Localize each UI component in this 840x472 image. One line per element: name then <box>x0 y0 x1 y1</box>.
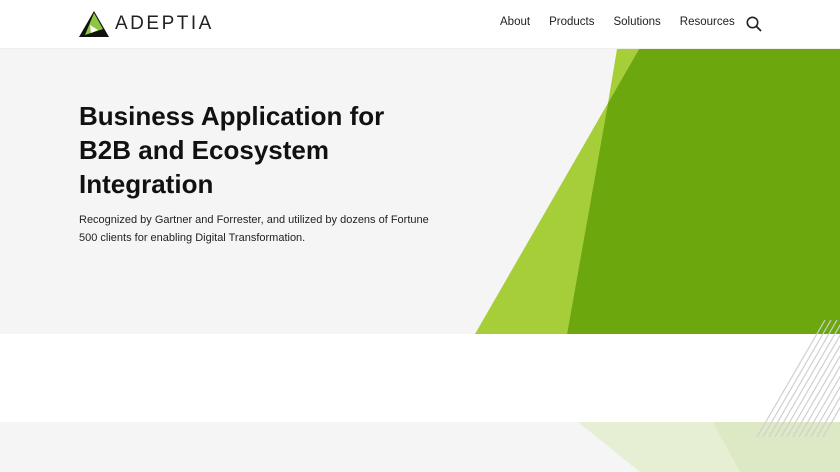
nav-about[interactable]: About <box>500 16 530 28</box>
site-header: ADEPTIA About Products Solutions Resourc… <box>0 0 840 49</box>
logo[interactable]: ADEPTIA <box>79 11 214 37</box>
hero-title: Business Application for B2B and Ecosyst… <box>79 101 385 199</box>
search-icon[interactable] <box>746 16 762 32</box>
logo-text: ADEPTIA <box>115 13 214 34</box>
nav-resources[interactable]: Resources <box>680 16 735 28</box>
main-nav: About Products Solutions Resources <box>500 16 735 28</box>
hero-description: Recognized by Gartner and Forrester, and… <box>79 214 429 244</box>
hatch-lines <box>756 319 840 438</box>
adeptia-logo-icon <box>79 11 109 37</box>
dark-green-shape <box>567 49 840 334</box>
nav-products[interactable]: Products <box>549 16 594 28</box>
nav-solutions[interactable]: Solutions <box>613 16 660 28</box>
